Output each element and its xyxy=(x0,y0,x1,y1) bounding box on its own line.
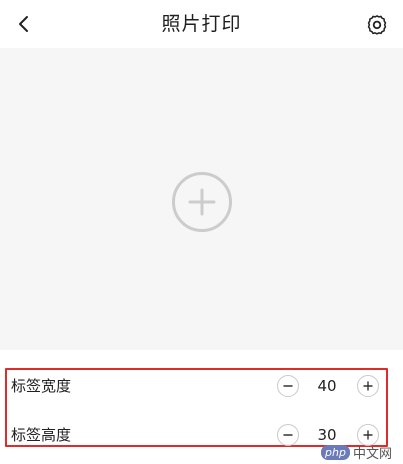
add-photo-button[interactable] xyxy=(171,171,233,233)
watermark: php 中文网 xyxy=(321,442,392,462)
minus-icon xyxy=(283,385,293,387)
settings-button[interactable] xyxy=(363,10,391,38)
label-width-row: 标签宽度 40 xyxy=(0,366,403,406)
label-width-label: 标签宽度 xyxy=(11,377,72,395)
gear-icon xyxy=(367,15,387,35)
page-title: 照片打印 xyxy=(161,13,242,35)
width-increase-button[interactable] xyxy=(357,375,379,397)
photo-preview-area xyxy=(0,48,403,350)
add-circle-icon xyxy=(172,172,232,232)
label-height-label: 标签高度 xyxy=(11,426,72,444)
plus-icon xyxy=(363,430,373,440)
label-width-value[interactable]: 40 xyxy=(306,366,348,406)
watermark-text: 中文网 xyxy=(352,446,392,462)
plus-icon xyxy=(363,381,373,391)
width-decrease-button[interactable] xyxy=(277,375,299,397)
minus-icon xyxy=(283,434,293,436)
watermark-badge: php xyxy=(321,444,350,460)
top-bar: 照片打印 xyxy=(0,0,403,48)
height-decrease-button[interactable] xyxy=(277,424,299,446)
